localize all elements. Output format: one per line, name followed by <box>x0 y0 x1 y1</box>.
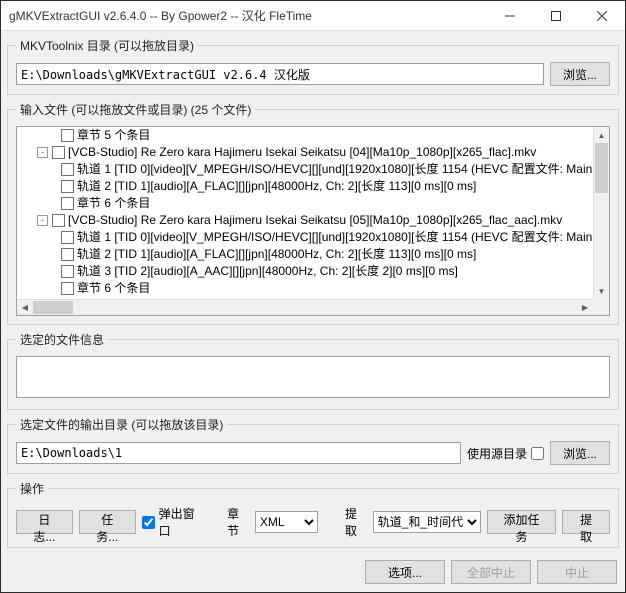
tree-expander-icon[interactable]: - <box>37 215 48 226</box>
output-dir-legend: 选定文件的输出目录 (可以拖放该目录) <box>16 416 227 433</box>
app-window: gMKVExtractGUI v2.6.4.0 -- By Gpower2 --… <box>0 0 626 593</box>
add-task-button[interactable]: 添加任务 <box>487 510 557 534</box>
input-files-legend: 输入文件 (可以拖放文件或目录) (25 个文件) <box>16 101 255 118</box>
tree-node-label: 轨道 3 [TID 2][audio][A_AAC][][jpn][48000H… <box>77 263 458 280</box>
chapters-format-select[interactable]: XML <box>255 511 319 533</box>
tree-track-node[interactable]: 章节 5 个条目 <box>17 127 593 144</box>
scroll-down-icon[interactable]: ▼ <box>594 283 609 299</box>
mkvtoolnix-group: MKVToolnix 目录 (可以拖放目录) 浏览... <box>7 37 619 95</box>
scroll-thumb-h[interactable] <box>33 301 73 314</box>
tree-checkbox[interactable] <box>61 265 74 278</box>
tree-track-node[interactable]: 轨道 1 [TID 0][video][V_MPEGH/ISO/HEVC][][… <box>17 229 593 246</box>
tree-node-label: [VCB-Studio] Re Zero kara Hajimeru Iseka… <box>68 144 536 161</box>
extract-button[interactable]: 提取 <box>562 510 610 534</box>
tree-node-label: 章节 6 个条目 <box>77 195 150 212</box>
tree-node-label: [VCB-Studio] Re Zero kara Hajimeru Iseka… <box>68 212 562 229</box>
tree-track-node[interactable]: 章节 6 个条目 <box>17 280 593 297</box>
scroll-thumb-v[interactable] <box>595 143 608 193</box>
use-source-dir-label: 使用源目录 <box>467 445 527 462</box>
scroll-right-icon[interactable]: ▶ <box>577 300 593 315</box>
minimize-button[interactable] <box>487 1 533 30</box>
input-files-tree[interactable]: 章节 5 个条目 - [VCB-Studio] Re Zero kara Hajim… <box>16 126 610 316</box>
tree-checkbox[interactable] <box>52 214 65 227</box>
tree-node-label: 轨道 2 [TID 1][audio][A_FLAC][][jpn][48000… <box>77 178 476 195</box>
options-button[interactable]: 选项... <box>365 560 445 584</box>
tree-checkbox[interactable] <box>61 282 74 295</box>
window-title: gMKVExtractGUI v2.6.4.0 -- By Gpower2 --… <box>9 7 487 24</box>
mkvtoolnix-path-input[interactable] <box>16 63 544 85</box>
selected-info-group: 选定的文件信息 <box>7 331 619 410</box>
mkvtoolnix-browse-button[interactable]: 浏览... <box>550 62 610 86</box>
maximize-button[interactable] <box>533 1 579 30</box>
popup-window-checkbox[interactable]: 弹出窗口 <box>142 505 201 539</box>
abort-all-button[interactable]: 全部中止 <box>451 560 531 584</box>
tasks-button[interactable]: 任务... <box>79 510 136 534</box>
tree-node-label: 章节 6 个条目 <box>77 280 150 297</box>
tree-track-node[interactable]: 轨道 2 [TID 1][audio][A_FLAC][][jpn][48000… <box>17 246 593 263</box>
output-dir-input[interactable] <box>16 442 461 464</box>
tree-checkbox[interactable] <box>61 180 74 193</box>
output-dir-group: 选定文件的输出目录 (可以拖放该目录) 使用源目录 浏览... <box>7 416 619 474</box>
log-button[interactable]: 日志... <box>16 510 73 534</box>
titlebar[interactable]: gMKVExtractGUI v2.6.4.0 -- By Gpower2 --… <box>1 1 625 31</box>
tree-checkbox[interactable] <box>61 129 74 142</box>
selected-info-text[interactable] <box>16 356 610 398</box>
tree-track-node[interactable]: 轨道 3 [TID 2][audio][A_AAC][][jpn][48000H… <box>17 263 593 280</box>
tree-checkbox[interactable] <box>52 146 65 159</box>
footer-bar: 选项... 全部中止 中止 <box>1 554 625 592</box>
tree-expander-icon[interactable]: - <box>37 147 48 158</box>
use-source-dir-checkbox[interactable]: 使用源目录 <box>467 445 544 462</box>
tree-vertical-scrollbar[interactable]: ▲ ▼ <box>593 127 609 299</box>
tree-track-node[interactable]: 章节 6 个条目 <box>17 195 593 212</box>
tree-node-label: 轨道 1 [TID 0][video][V_MPEGH/ISO/HEVC][][… <box>77 229 592 246</box>
actions-legend: 操作 <box>16 480 48 497</box>
tree-track-node[interactable]: 轨道 2 [TID 1][audio][A_FLAC][][jpn][48000… <box>17 178 593 195</box>
output-browse-button[interactable]: 浏览... <box>550 441 610 465</box>
tree-file-node[interactable]: - [VCB-Studio] Re Zero kara Hajimeru Isek… <box>17 212 593 229</box>
chapters-label: 章节 <box>227 505 249 539</box>
tree-checkbox[interactable] <box>61 231 74 244</box>
tree-track-node[interactable]: 轨道 1 [TID 0][video][V_MPEGH/ISO/HEVC][][… <box>17 161 593 178</box>
mkvtoolnix-legend: MKVToolnix 目录 (可以拖放目录) <box>16 37 198 54</box>
tree-checkbox[interactable] <box>61 197 74 210</box>
tree-checkbox[interactable] <box>61 163 74 176</box>
close-button[interactable] <box>579 1 625 30</box>
scroll-left-icon[interactable]: ◀ <box>17 300 33 315</box>
extract-mode-select[interactable]: 轨道_和_时间代 <box>373 511 481 533</box>
actions-group: 操作 日志... 任务... 弹出窗口 章节 XML 提取 轨道_和_时间代 添 <box>7 480 619 548</box>
popup-window-label: 弹出窗口 <box>159 505 201 539</box>
tree-node-label: 轨道 2 [TID 1][audio][A_FLAC][][jpn][48000… <box>77 246 476 263</box>
tree-checkbox[interactable] <box>61 248 74 261</box>
tree-file-node[interactable]: - [VCB-Studio] Re Zero kara Hajimeru Isek… <box>17 144 593 161</box>
input-files-group: 输入文件 (可以拖放文件或目录) (25 个文件) 章节 5 个条目 - [VCB-… <box>7 101 619 325</box>
selected-info-legend: 选定的文件信息 <box>16 331 108 348</box>
tree-node-label: 章节 5 个条目 <box>77 127 150 144</box>
tree-node-label: 轨道 1 [TID 0][video][V_MPEGH/ISO/HEVC][][… <box>77 161 592 178</box>
tree-horizontal-scrollbar[interactable]: ◀ ▶ <box>17 299 593 315</box>
abort-button[interactable]: 中止 <box>537 560 617 584</box>
scroll-up-icon[interactable]: ▲ <box>594 127 609 143</box>
extract-mode-label: 提取 <box>345 505 367 539</box>
